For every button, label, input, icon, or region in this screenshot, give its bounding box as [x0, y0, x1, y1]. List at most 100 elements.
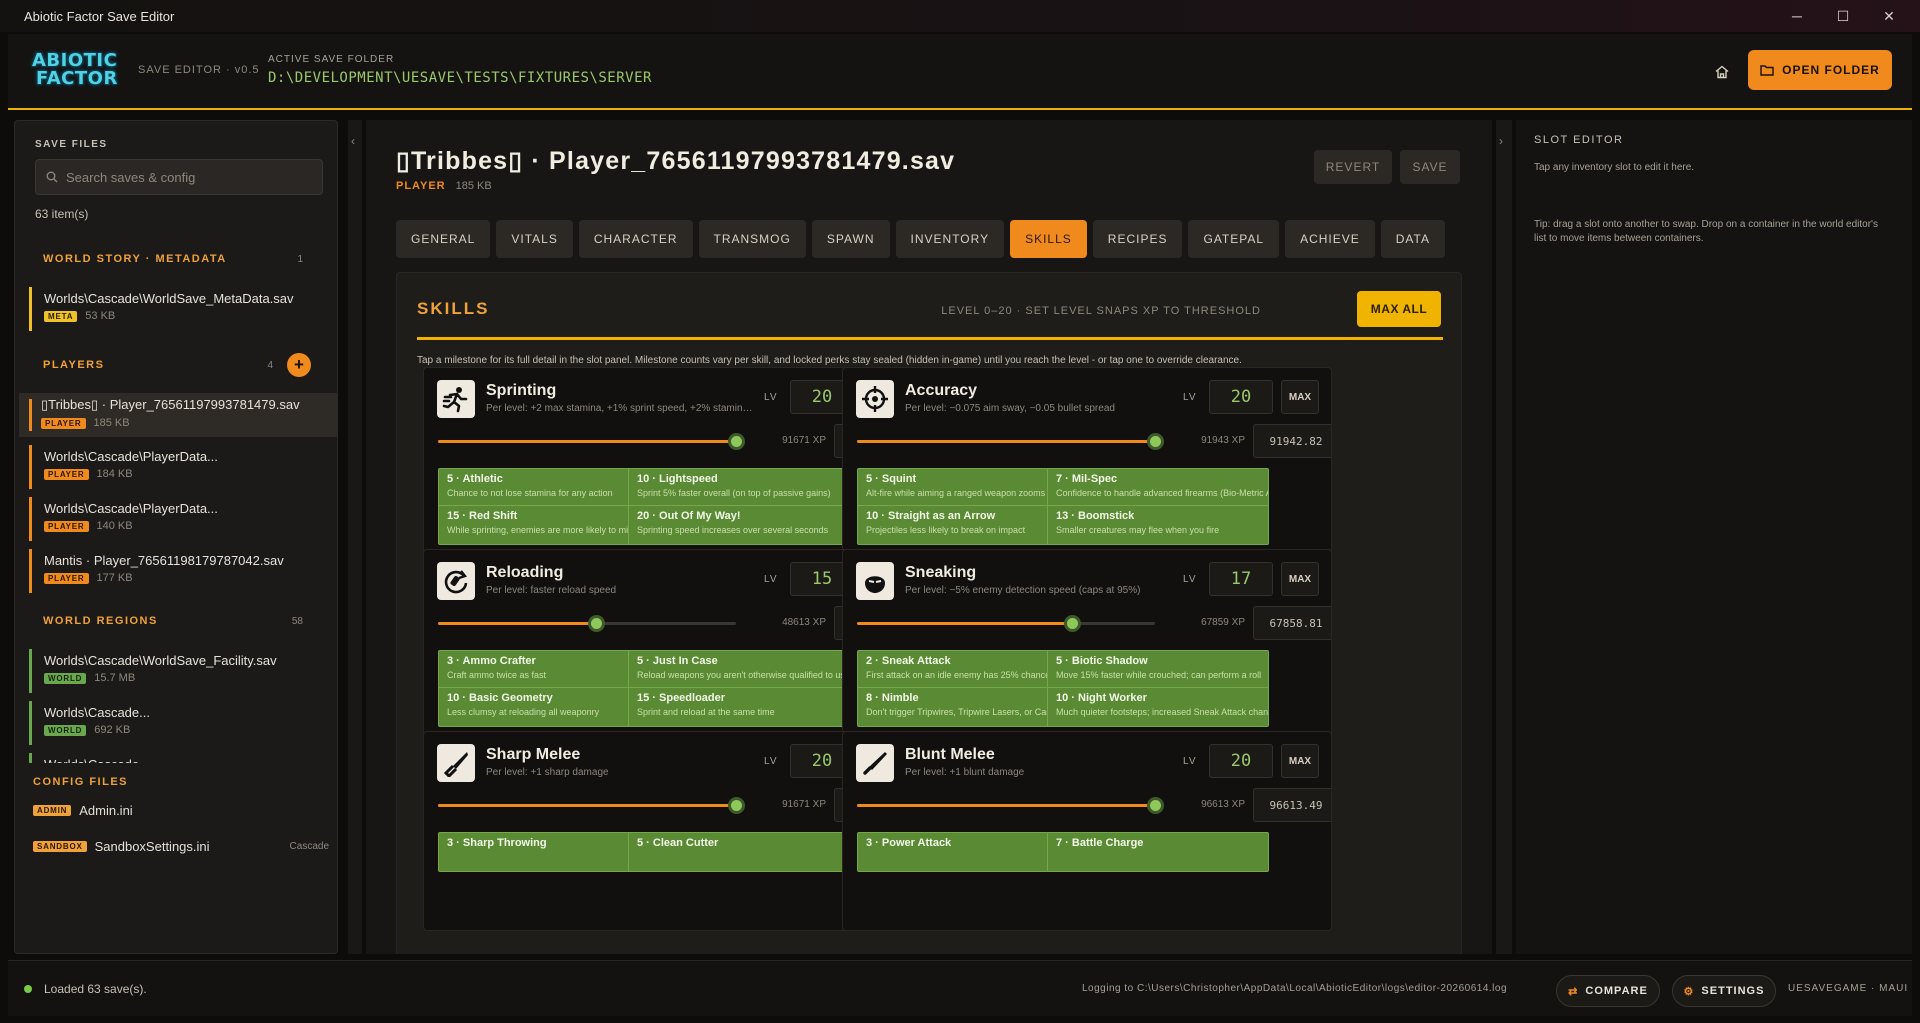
tab-general[interactable]: GENERAL	[396, 220, 491, 258]
search-input[interactable]: Search saves & config	[35, 159, 323, 195]
xp-slider-handle[interactable]	[728, 433, 745, 450]
xp-slider[interactable]	[857, 615, 1155, 632]
config-item-sandbox[interactable]: SANDBOX SandboxSettings.ini Cascade	[33, 839, 329, 854]
xp-slider-handle[interactable]	[1063, 615, 1081, 632]
logo-line-2: FACTOR	[36, 68, 118, 89]
perk-milestone[interactable]: 15 · Speedloader Sprint and reload at the…	[628, 687, 850, 727]
close-button[interactable]: ✕	[1866, 0, 1912, 32]
bat-icon	[856, 744, 894, 782]
max-all-button[interactable]: MAX ALL	[1357, 291, 1441, 327]
max-level-button[interactable]: MAX	[1281, 562, 1319, 596]
tab-inventory[interactable]: INVENTORY	[895, 220, 1005, 258]
perk-name: 10 · Night Worker	[1056, 692, 1147, 704]
skill-name: Sprinting	[486, 382, 557, 399]
tab-data[interactable]: DATA	[1380, 220, 1445, 258]
file-item[interactable]: Worlds\Cascade\WorldSave_Facility.sav WO…	[29, 649, 325, 693]
sidebar-title: SAVE FILES	[35, 139, 108, 150]
perk-milestone[interactable]: 5 · Squint Alt-fire while aiming a ranged…	[857, 468, 1079, 508]
minimize-button[interactable]: ─	[1774, 0, 1820, 32]
perk-milestone[interactable]: 7 · Mil-Spec Confidence to handle advance…	[1047, 468, 1269, 508]
maximize-icon: ☐	[1836, 7, 1850, 24]
knife-icon	[437, 744, 475, 782]
level-input[interactable]: 17	[1209, 562, 1273, 596]
xp-slider-handle[interactable]	[1147, 433, 1164, 450]
max-level-button[interactable]: MAX	[1281, 380, 1319, 414]
file-item[interactable]: Worlds\Cascade... WORLD 692 KB	[29, 701, 325, 745]
skill-card-sharp-melee: Sharp Melee Per level: +1 sharp damage LV 2…	[423, 731, 913, 931]
perk-name: 20 · Out Of My Way!	[637, 510, 741, 522]
perk-milestone[interactable]: 15 · Red Shift While sprinting, enemies a…	[438, 505, 660, 545]
perk-milestone[interactable]: 10 · Lightspeed Sprint 5% faster overall …	[628, 468, 850, 508]
xp-input[interactable]: 91942.82	[1253, 424, 1331, 458]
settings-button[interactable]: ⚙ SETTINGS	[1672, 975, 1776, 1007]
perk-milestone[interactable]: 5 · Clean Cutter	[628, 832, 850, 872]
tab-vitals[interactable]: VITALS	[496, 220, 573, 258]
level-input[interactable]: 20	[1209, 380, 1273, 414]
tab-gatepal[interactable]: GATEPAL	[1188, 220, 1280, 258]
maximize-button[interactable]: ☐	[1820, 0, 1866, 32]
perk-milestone[interactable]: 7 · Battle Charge	[1047, 832, 1269, 872]
max-level-button[interactable]: MAX	[1281, 744, 1319, 778]
perk-name: 15 · Red Shift	[447, 510, 518, 522]
perk-milestone[interactable]: 13 · Boomstick Smaller creatures may flee…	[1047, 505, 1269, 545]
skill-name: Accuracy	[905, 382, 978, 399]
perk-milestone[interactable]: 5 · Biotic Shadow Move 15% faster while c…	[1047, 650, 1269, 690]
config-location: Cascade	[289, 841, 329, 852]
perk-milestone[interactable]: 8 · Nimble Don't trigger Tripwires, Tripw…	[857, 687, 1079, 727]
perk-milestone[interactable]: 10 · Basic Geometry Less clumsy at reload…	[438, 687, 660, 727]
add-player-button[interactable]: +	[287, 353, 311, 377]
xp-input[interactable]: 67858.81	[1253, 606, 1331, 640]
xp-slider[interactable]	[857, 797, 1164, 814]
collapse-right-panel[interactable]: ›	[1496, 120, 1512, 954]
chevron-left-icon: ‹	[351, 134, 355, 148]
page-subtitle: PLAYER 185 KB	[396, 180, 492, 192]
perk-milestone[interactable]: 10 · Night Worker Much quieter footsteps;…	[1047, 687, 1269, 727]
crosshair-icon	[856, 380, 894, 418]
collapse-left-panel[interactable]: ‹	[348, 120, 362, 954]
xp-slider-handle[interactable]	[1147, 797, 1164, 814]
xp-slider-handle[interactable]	[587, 615, 605, 632]
xp-slider[interactable]	[438, 797, 745, 814]
xp-slider-handle[interactable]	[728, 797, 745, 814]
skill-per-level: Per level: +1 sharp damage	[486, 767, 609, 778]
skill-card-reloading: Reloading Per level: faster reload speed L…	[423, 549, 913, 749]
open-folder-button[interactable]: OPEN FOLDER	[1748, 50, 1892, 90]
perk-milestone[interactable]: 20 · Out Of My Way! Sprinting speed incre…	[628, 505, 850, 545]
perk-milestone[interactable]: 2 · Sneak Attack First attack on an idle …	[857, 650, 1079, 690]
xp-slider[interactable]	[857, 433, 1164, 450]
perk-milestone[interactable]: 5 · Just In Case Reload weapons you aren'…	[628, 650, 850, 690]
xp-slider[interactable]	[438, 433, 745, 450]
tab-character[interactable]: CHARACTER	[578, 220, 693, 258]
perk-milestone[interactable]: 3 · Sharp Throwing	[438, 832, 660, 872]
tab-transmog[interactable]: TRANSMOG	[698, 220, 806, 258]
config-item-admin[interactable]: ADMIN Admin.ini	[33, 803, 329, 818]
file-item[interactable]: Worlds\Cascade\PlayerData... PLAYER 184 K…	[29, 445, 325, 489]
perk-milestone[interactable]: 5 · Athletic Chance to not lose stamina f…	[438, 468, 660, 508]
home-icon[interactable]	[1710, 60, 1734, 84]
compare-button[interactable]: ⇄ COMPARE	[1556, 975, 1660, 1007]
perk-description: Chance to not lose stamina for any actio…	[447, 488, 613, 498]
file-item[interactable]: Worlds\Cascade\PlayerData... PLAYER 140 K…	[29, 497, 325, 541]
skill-name: Sharp Melee	[486, 746, 581, 763]
tab-recipes[interactable]: RECIPES	[1092, 220, 1183, 258]
perk-milestone[interactable]: 10 · Straight as an Arrow Projectiles les…	[857, 505, 1079, 545]
tab-bar: GENERAL VITALS CHARACTER TRANSMOG SPAWN INVEN…	[396, 220, 1445, 258]
save-button[interactable]: SAVE	[1400, 150, 1460, 184]
file-item[interactable]: Worlds\Cascade\WorldSave_MetaData.sav ME…	[29, 287, 325, 331]
tab-achieve[interactable]: ACHIEVE	[1285, 220, 1375, 258]
tab-spawn[interactable]: SPAWN	[811, 220, 890, 258]
file-item-selected[interactable]: ▯Tribbes▯ · Player_76561197993781479.sav…	[19, 393, 337, 437]
tab-skills[interactable]: SKILLS	[1010, 220, 1087, 258]
perk-milestone[interactable]: 3 · Power Attack	[857, 832, 1079, 872]
level-label: LV	[764, 574, 778, 585]
level-input[interactable]: 20	[1209, 744, 1273, 778]
perk-description: Smaller creatures may flee when you fire	[1056, 525, 1220, 535]
xp-slider[interactable]	[438, 615, 736, 632]
skill-card-sprinting: Sprinting Per level: +2 max stamina, +1% …	[423, 367, 913, 567]
perk-name: 7 · Mil-Spec	[1056, 473, 1118, 485]
section-metadata-title: WORLD STORY · METADATA	[43, 253, 227, 265]
xp-input[interactable]: 96613.49	[1253, 788, 1331, 822]
file-item[interactable]: Mantis · Player_76561198179787042.sav PL…	[29, 549, 325, 593]
perk-milestone[interactable]: 3 · Ammo Crafter Craft ammo twice as fast	[438, 650, 660, 690]
revert-button[interactable]: REVERT	[1314, 150, 1392, 184]
